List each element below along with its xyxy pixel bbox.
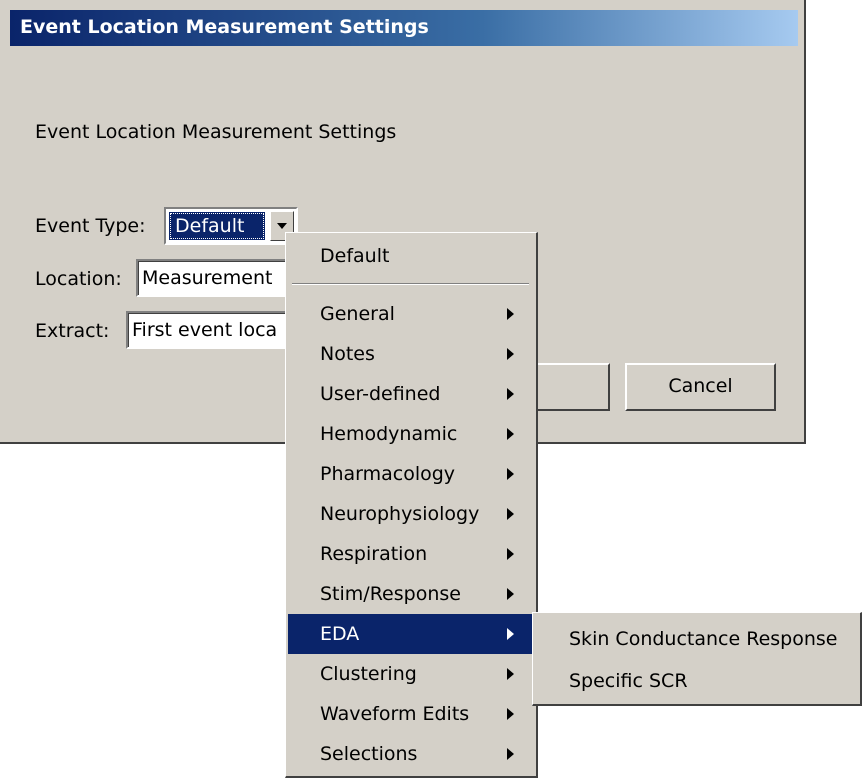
submenu-arrow-icon [507, 428, 514, 440]
location-value: Measurement [142, 267, 273, 289]
menu-item-eda[interactable]: EDA [288, 614, 535, 654]
location-field[interactable]: Measurement [136, 259, 296, 297]
event-type-selected-value[interactable]: Default [169, 212, 265, 240]
menu-item-waveform-edits[interactable]: Waveform Edits [288, 694, 535, 734]
submenu-arrow-icon [507, 588, 514, 600]
title-bar[interactable]: Event Location Measurement Settings [10, 10, 798, 46]
menu-item-general[interactable]: General [288, 294, 535, 334]
submenu-arrow-icon [507, 468, 514, 480]
submenu-arrow-icon [507, 708, 514, 720]
menu-item-neurophysiology[interactable]: Neurophysiology [288, 494, 535, 534]
submenu-arrow-icon [507, 748, 514, 760]
submenu-item-skin-conductance-response[interactable]: Skin Conductance Response [535, 619, 859, 659]
extract-field[interactable]: First event loca [126, 311, 296, 349]
menu-item-hemodynamic[interactable]: Hemodynamic [288, 414, 535, 454]
submenu-arrow-icon [507, 668, 514, 680]
menu-item-default[interactable]: Default [288, 236, 535, 276]
chevron-down-icon [277, 223, 287, 229]
event-type-label: Event Type: [35, 215, 146, 237]
submenu-arrow-icon [507, 628, 514, 640]
event-type-menu: Default General Notes User-defined Hemod… [285, 232, 538, 778]
menu-item-user-defined[interactable]: User-defined [288, 374, 535, 414]
window-title: Event Location Measurement Settings [20, 16, 429, 38]
cancel-button[interactable]: Cancel [625, 363, 776, 411]
menu-item-selections[interactable]: Selections [288, 734, 535, 774]
submenu-arrow-icon [507, 388, 514, 400]
menu-item-notes[interactable]: Notes [288, 334, 535, 374]
extract-label: Extract: [35, 320, 110, 342]
submenu-arrow-icon [507, 308, 514, 320]
menu-item-stim-response[interactable]: Stim/Response [288, 574, 535, 614]
submenu-arrow-icon [507, 348, 514, 360]
eda-submenu: Skin Conductance Response Specific SCR [532, 612, 862, 706]
menu-item-respiration[interactable]: Respiration [288, 534, 535, 574]
submenu-item-specific-scr[interactable]: Specific SCR [535, 661, 859, 701]
extract-value: First event loca [132, 319, 278, 341]
submenu-arrow-icon [507, 548, 514, 560]
menu-item-clustering[interactable]: Clustering [288, 654, 535, 694]
cancel-button-label: Cancel [668, 375, 733, 397]
menu-separator [292, 283, 529, 285]
location-label: Location: [35, 268, 122, 290]
submenu-arrow-icon [507, 508, 514, 520]
event-type-dropdown[interactable]: Default [164, 207, 298, 245]
menu-item-pharmacology[interactable]: Pharmacology [288, 454, 535, 494]
dialog-heading: Event Location Measurement Settings [35, 121, 397, 143]
